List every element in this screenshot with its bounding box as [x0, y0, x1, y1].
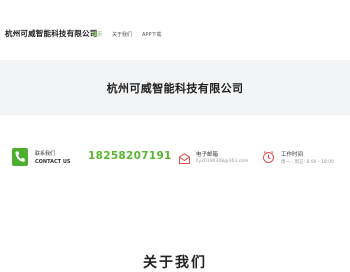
clock-icon: [262, 149, 275, 168]
hours-title: 工作时间: [281, 152, 304, 158]
hours-text: 周一 - 周五: 8:00 - 18:00: [281, 160, 334, 165]
main-nav: 首页 关于我们 APP下载: [92, 31, 161, 38]
mail-icon: [178, 150, 191, 169]
phone-icon: [12, 148, 28, 166]
contact-label-en: CONTACT US: [35, 159, 71, 165]
hero-title: 杭州可威智能科技有限公司: [106, 82, 244, 95]
phone-number[interactable]: 18258207191: [88, 150, 172, 162]
nav-item-app-download[interactable]: APP下载: [142, 31, 161, 38]
about-section-title: 关于我们: [143, 255, 207, 271]
email-address[interactable]: lly20190308@163.com: [196, 159, 248, 164]
brand-name[interactable]: 杭州可威智能科技有限公司: [5, 28, 97, 39]
hero-banner: 杭州可威智能科技有限公司: [0, 60, 350, 115]
contact-label-cn: 联系我们: [35, 151, 56, 157]
nav-item-about[interactable]: 关于我们: [112, 31, 132, 38]
site-header: 杭州可威智能科技有限公司 首页 关于我们 APP下载: [0, 0, 350, 60]
nav-item-home[interactable]: 首页: [92, 31, 102, 38]
email-title: 电子邮箱: [196, 152, 219, 158]
